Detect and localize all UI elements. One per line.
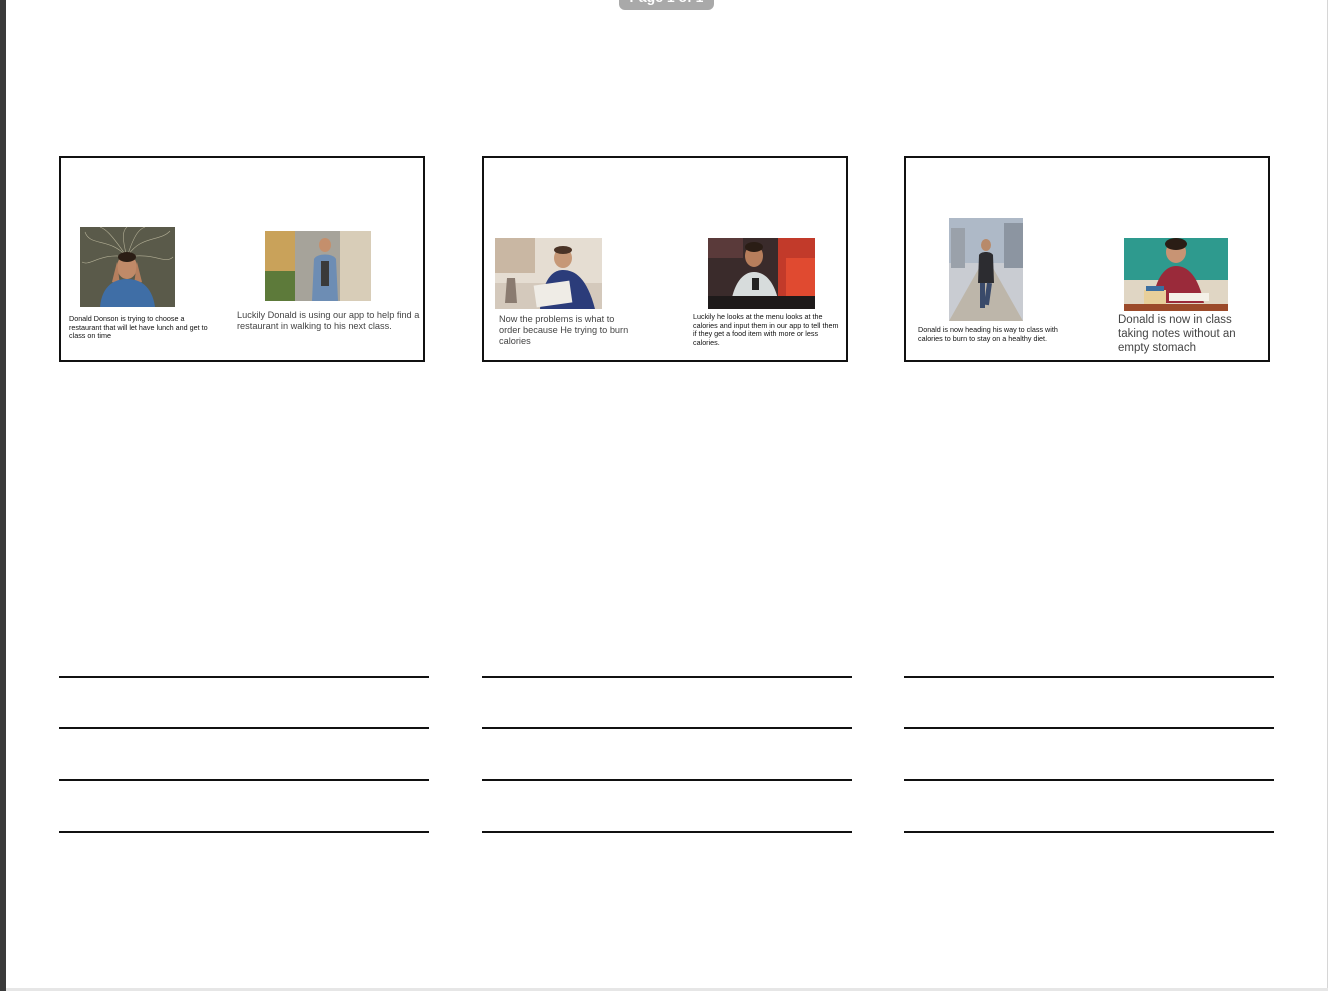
man-reading-menu-photo — [495, 238, 602, 309]
caption-1a: Donald Donson is trying to choose a rest… — [69, 314, 208, 341]
writing-line — [59, 779, 429, 781]
writing-line — [59, 727, 429, 729]
storyboard-panel-2: Now the problems is what to order becaus… — [482, 156, 848, 362]
caption-2a: Now the problems is what to order becaus… — [499, 314, 629, 347]
writing-line — [904, 727, 1274, 729]
writing-line — [482, 676, 852, 678]
man-walking-city-photo — [949, 218, 1023, 321]
storyboard-panel-1: Donald Donson is trying to choose a rest… — [59, 156, 425, 362]
page-indicator: Page 1 of 1 — [619, 0, 714, 10]
writing-line — [904, 676, 1274, 678]
stressed-man-photo — [80, 227, 175, 307]
writing-line — [59, 676, 429, 678]
writing-line — [482, 727, 852, 729]
writing-line — [904, 831, 1274, 833]
man-using-phone-photo — [708, 238, 815, 309]
man-walking-street-photo — [265, 231, 371, 301]
student-studying-photo — [1124, 238, 1228, 311]
writing-line — [482, 779, 852, 781]
storyboard-panel-3: Donald is now heading his way to class w… — [904, 156, 1270, 362]
writing-line — [482, 831, 852, 833]
viewer-left-edge — [0, 0, 6, 991]
caption-3b: Donald is now in class taking notes with… — [1118, 314, 1236, 354]
caption-1b: Luckily Donald is using our app to help … — [237, 310, 420, 332]
caption-2b: Luckily he looks at the menu looks at th… — [693, 312, 839, 347]
writing-line — [59, 831, 429, 833]
writing-line — [904, 779, 1274, 781]
caption-3a: Donald is now heading his way to class w… — [918, 325, 1058, 343]
